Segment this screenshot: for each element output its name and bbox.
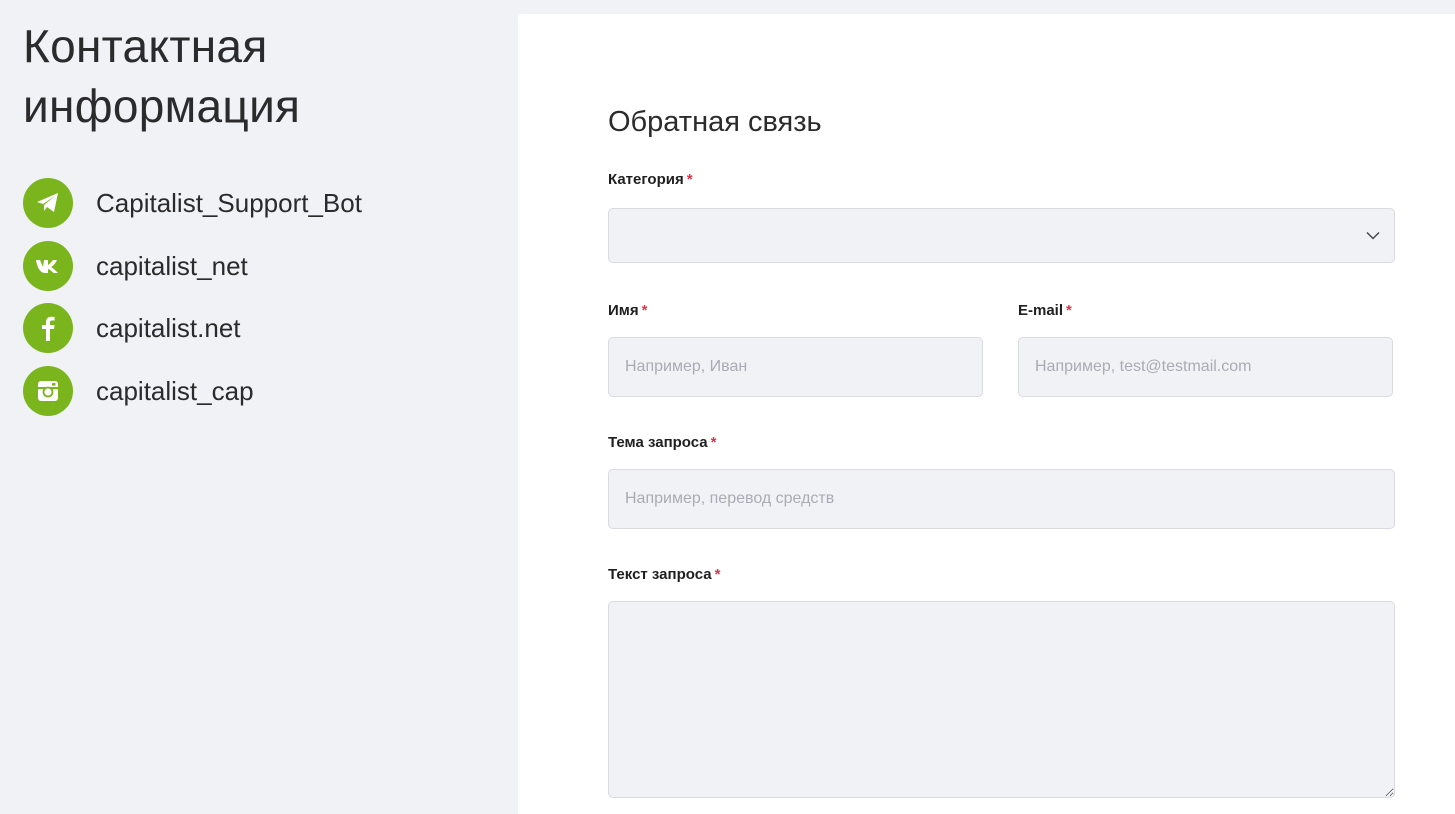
instagram-icon: [23, 366, 73, 416]
contact-item-instagram[interactable]: capitalist_cap: [23, 366, 483, 416]
contact-label: capitalist_net: [96, 250, 248, 281]
message-label: Текст запроса *: [608, 566, 720, 583]
subject-label-text: Тема запроса: [608, 434, 708, 451]
contact-info-title: Контактная информация: [23, 20, 301, 132]
contact-label: capitalist_cap: [96, 375, 254, 406]
category-select[interactable]: [608, 208, 1395, 263]
required-mark: *: [641, 302, 648, 319]
message-textarea[interactable]: [608, 601, 1395, 798]
name-input[interactable]: [608, 337, 983, 397]
facebook-icon: [23, 303, 73, 353]
subject-input[interactable]: [608, 469, 1395, 529]
name-label: Имя *: [608, 302, 647, 319]
telegram-icon: [23, 178, 73, 228]
required-mark: *: [686, 171, 693, 188]
contact-item-vk[interactable]: capitalist_net: [23, 241, 483, 291]
feedback-form-panel: Обратная связь Категория* Имя* E-mail* Т…: [518, 14, 1455, 814]
category-label-text: Категория: [608, 171, 684, 188]
vk-icon: [23, 241, 73, 291]
contact-label: capitalist.net: [96, 312, 241, 343]
contact-item-telegram[interactable]: Capitalist_Support_Bot: [23, 178, 483, 228]
email-label: E-mail *: [1018, 302, 1072, 319]
category-label: Категория *: [608, 171, 693, 188]
chevron-down-icon: [1366, 231, 1380, 240]
contact-info-section: Контактная информация Capitalist_Support…: [0, 0, 518, 814]
page: Контактная информация Capitalist_Support…: [0, 0, 1455, 814]
contact-item-facebook[interactable]: capitalist.net: [23, 303, 483, 353]
contact-label: Capitalist_Support_Bot: [96, 187, 362, 218]
subject-label: Тема запроса *: [608, 434, 716, 451]
form-title: Обратная связь: [608, 106, 822, 138]
email-label-text: E-mail: [1018, 302, 1064, 319]
required-mark: *: [714, 566, 721, 583]
message-label-text: Текст запроса: [608, 566, 712, 583]
name-label-text: Имя: [608, 302, 639, 319]
required-mark: *: [1066, 302, 1072, 319]
required-mark: *: [710, 434, 717, 451]
email-input[interactable]: [1018, 337, 1393, 397]
